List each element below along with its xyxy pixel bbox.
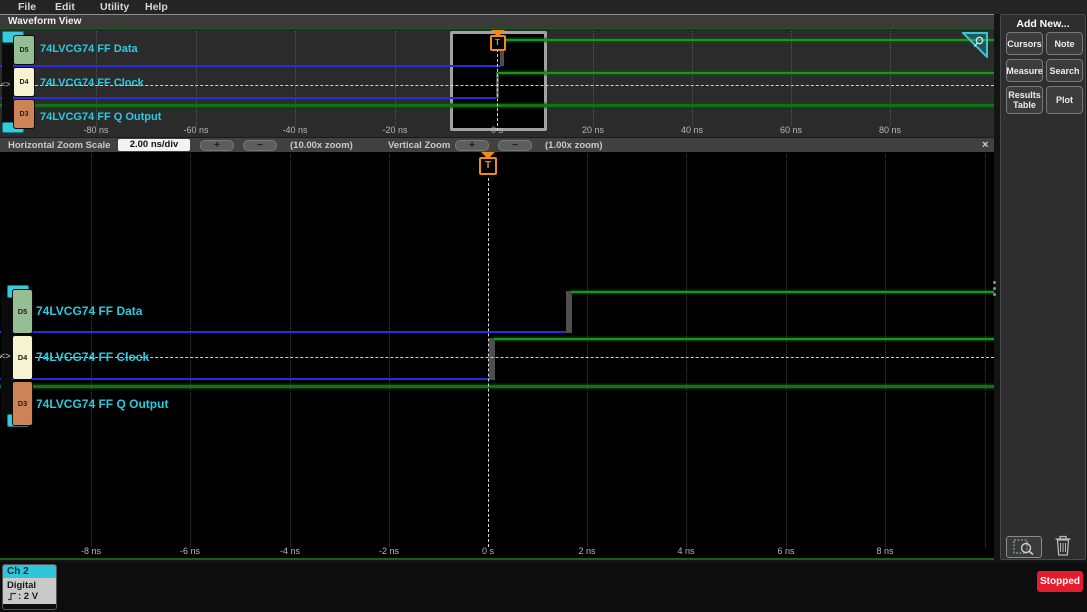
threshold-icon	[8, 592, 16, 601]
zoomed-waveform-area: T <> D5 D4 D3 74LVCG74 FF Data 74LVCG74 …	[0, 152, 994, 560]
overview-trigger-line	[497, 49, 498, 131]
overview-waveform-area: T -80 ns -60 ns -40 ns -20 ns 0 s 20 ns …	[0, 28, 994, 137]
ch2-badge[interactable]: Ch 2 Digital : 2 V	[2, 564, 57, 610]
ch2-mode: Digital : 2 V	[3, 578, 56, 604]
overview-label-clock[interactable]: 74LVCG74 FF Clock	[40, 77, 144, 89]
clock-transition	[489, 338, 495, 380]
zoom-close-icon[interactable]: ×	[982, 139, 988, 151]
badge-d5[interactable]: D5	[12, 289, 33, 334]
menu-bar: File Edit Utility Help	[0, 0, 1087, 14]
hzoom-factor-label: (10.00x zoom)	[290, 140, 353, 151]
trash-icon	[1055, 535, 1071, 556]
trigger-line	[488, 178, 489, 547]
selected-channel-indicator: <>	[1, 80, 11, 89]
qoutput-high-segment	[0, 385, 994, 388]
badge-d4[interactable]: D4	[12, 335, 33, 380]
selected-channel-indicator: <>	[0, 351, 11, 361]
vzoom-label: Vertical Zoom	[388, 140, 451, 151]
menu-file[interactable]: File	[18, 1, 36, 13]
bottom-bar: Ch 2 Digital : 2 V 1 3 4	[0, 562, 1087, 612]
results-table-button[interactable]: Results Table	[1006, 86, 1043, 114]
overview-badge-d4[interactable]: D4	[13, 67, 35, 97]
vzoom-minus-button[interactable]: −	[498, 140, 532, 151]
menu-utility[interactable]: Utility	[100, 1, 129, 13]
vzoom-plus-button[interactable]: +	[455, 140, 489, 151]
waveform-view-tab[interactable]: Waveform View	[0, 14, 994, 28]
trigger-marker[interactable]: T	[479, 152, 497, 175]
vzoom-factor-label: (1.00x zoom)	[545, 140, 603, 151]
data-high-segment	[571, 291, 994, 293]
overview-trigger-marker[interactable]: T	[489, 30, 506, 51]
note-button[interactable]: Note	[1046, 32, 1083, 55]
search-button[interactable]: Search	[1046, 59, 1083, 82]
oscilloscope-app: File Edit Utility Help Waveform View T -…	[0, 0, 1087, 612]
ch2-threshold: : 2 V	[18, 591, 39, 602]
overview-data-low-segment	[0, 65, 501, 67]
label-qoutput[interactable]: 74LVCG74 FF Q Output	[36, 397, 168, 411]
zoom-flag-icon[interactable]	[960, 32, 988, 63]
hzoom-scale-label: Horizontal Zoom Scale	[8, 140, 111, 151]
menu-edit[interactable]: Edit	[55, 1, 75, 13]
plot-button[interactable]: Plot	[1046, 86, 1083, 114]
overview-clock-high-segment	[498, 72, 994, 74]
data-transition	[566, 291, 572, 333]
data-low-segment	[0, 331, 566, 333]
overview-clock-low-segment	[0, 97, 496, 99]
waveform-view-title: Waveform View	[8, 16, 82, 27]
cursors-button[interactable]: Cursors	[1006, 32, 1043, 55]
run-state-badge[interactable]: Stopped	[1037, 571, 1083, 592]
menu-help[interactable]: Help	[145, 1, 168, 13]
add-new-title: Add New...	[1016, 18, 1070, 30]
clock-low-segment	[0, 378, 489, 380]
overview-badge-d3[interactable]: D3	[13, 99, 35, 129]
label-data[interactable]: 74LVCG74 FF Data	[36, 304, 142, 318]
overview-label-qoutput[interactable]: 74LVCG74 FF Q Output	[40, 111, 161, 123]
trash-button[interactable]	[1054, 533, 1072, 562]
hzoom-minus-button[interactable]: −	[243, 140, 277, 151]
overview-badge-d5[interactable]: D5	[13, 35, 35, 65]
zoom-waveform-icon	[1013, 539, 1034, 555]
hzoom-scale-value[interactable]: 2.00 ns/div	[118, 139, 190, 151]
zoom-toolbar: Horizontal Zoom Scale 2.00 ns/div + − (1…	[0, 137, 994, 152]
clock-high-segment	[494, 338, 994, 340]
panel-resize-handle[interactable]	[993, 281, 996, 296]
ch2-name: Ch 2	[3, 565, 56, 578]
overview-label-data[interactable]: 74LVCG74 FF Data	[40, 43, 138, 55]
badge-d3[interactable]: D3	[12, 381, 33, 426]
measure-button[interactable]: Measure	[1006, 59, 1043, 82]
hzoom-plus-button[interactable]: +	[200, 140, 234, 151]
overview-data-high-segment	[503, 39, 994, 41]
add-new-panel: Add New... Cursors Note Measure Search R…	[1000, 14, 1086, 560]
label-clock[interactable]: 74LVCG74 FF Clock	[36, 350, 149, 364]
zoom-overlay-button[interactable]	[1006, 536, 1042, 558]
